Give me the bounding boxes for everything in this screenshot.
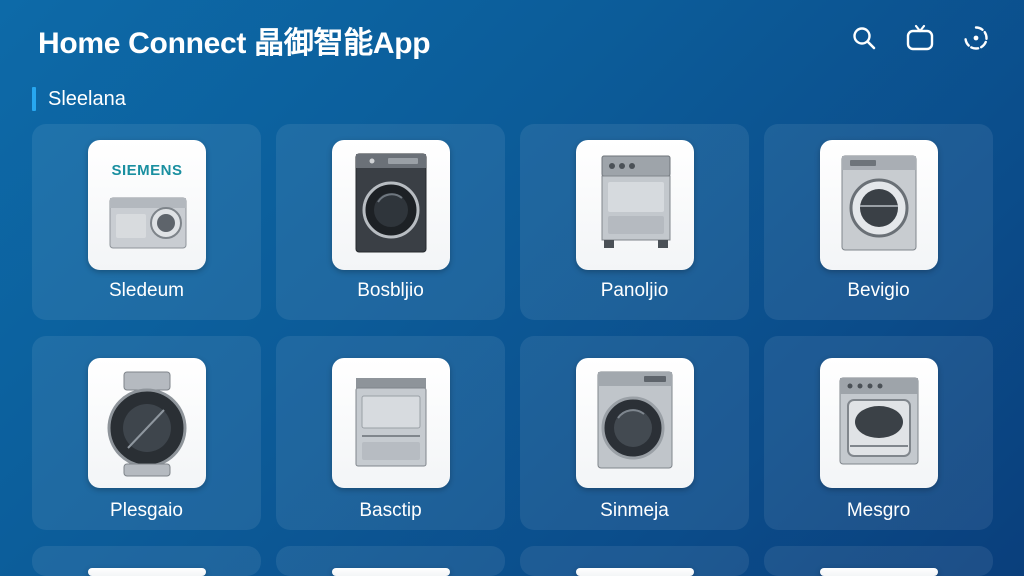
appliance-card-mesgro[interactable]: Mesgro — [764, 336, 993, 530]
drum-appliance-image — [88, 358, 206, 488]
appliance-label: Basctip — [359, 500, 422, 521]
appliance-card-partial[interactable] — [764, 546, 993, 576]
appliance-card-sinmeja[interactable]: Sinmeja — [520, 336, 749, 530]
top-bar: Home Connect 晶御智能App — [0, 0, 1024, 76]
section-accent-bar — [32, 87, 36, 111]
tv-icon[interactable] — [904, 22, 936, 54]
appliance-card-partial[interactable] — [520, 546, 749, 576]
front-load-washer-image — [332, 140, 450, 270]
oven-image — [820, 358, 938, 488]
appliance-image-partial — [820, 568, 938, 576]
appliance-card-partial[interactable] — [276, 546, 505, 576]
range-oven-image — [576, 140, 694, 270]
appliance-label: Bevigio — [847, 280, 910, 301]
appliance-card-partial[interactable] — [32, 546, 261, 576]
app-title: Home Connect 晶御智能App — [38, 27, 431, 60]
appliance-card-panoljio[interactable]: Panoljio — [520, 124, 749, 320]
appliance-label: Sledeum — [109, 280, 184, 301]
appliance-label: Plesgaio — [110, 500, 183, 521]
section-header: Sleelana — [32, 86, 126, 112]
appliance-card-bosbljio[interactable]: Bosbljio — [276, 124, 505, 320]
appliance-label: Bosbljio — [357, 280, 424, 301]
appliance-card-sledeum[interactable]: SIEMENS Sledeum — [32, 124, 261, 320]
appliance-image-partial — [332, 568, 450, 576]
appliance-card-bevigio[interactable]: Bevigio — [764, 124, 993, 320]
washer-dryer-image — [576, 358, 694, 488]
appliance-image-partial — [576, 568, 694, 576]
settings-icon[interactable] — [960, 22, 992, 54]
section-title: Sleelana — [48, 87, 126, 110]
appliance-label: Sinmeja — [600, 500, 669, 521]
appliance-label: Panoljio — [600, 280, 669, 301]
search-icon[interactable] — [848, 22, 880, 54]
dishwasher-image — [332, 358, 450, 488]
siemens-appliance-image: SIEMENS — [88, 140, 206, 270]
appliance-label: Mesgro — [846, 500, 911, 521]
appliance-card-basctip[interactable]: Basctip — [276, 336, 505, 530]
appliance-image-partial — [88, 568, 206, 576]
washing-machine-image — [820, 140, 938, 270]
appliance-card-plesgaio[interactable]: Plesgaio — [32, 336, 261, 530]
